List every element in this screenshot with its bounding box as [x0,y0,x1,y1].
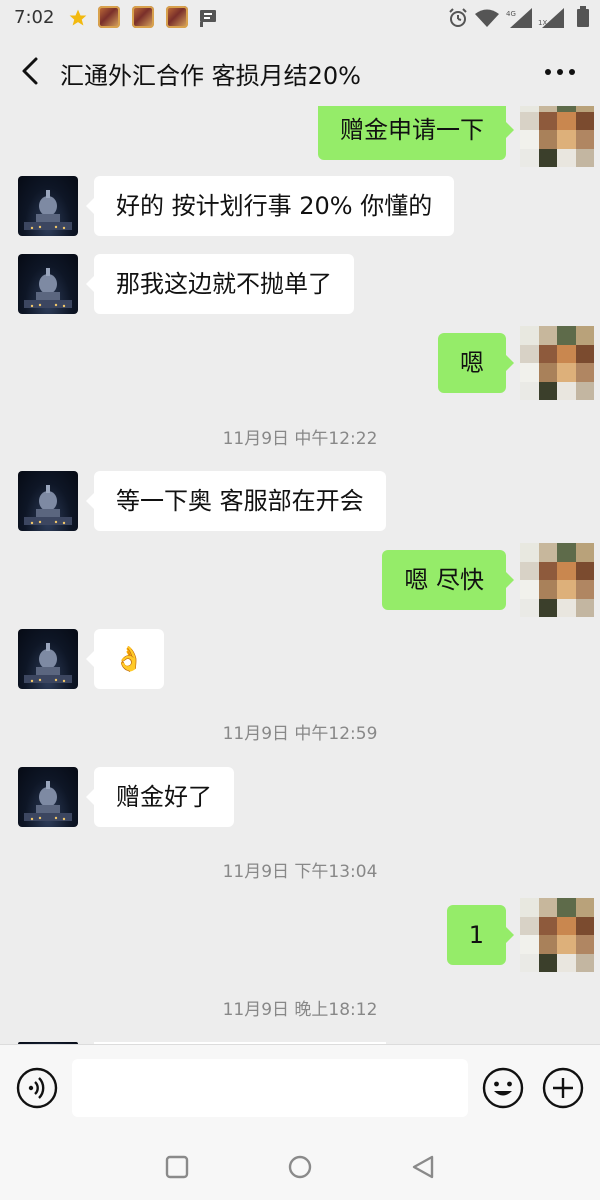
status-time: 7:02 [14,7,55,28]
chat-timestamp: 11月9日 中午12:22 [222,429,378,449]
status-bar: 7:02 4G 1X [0,0,600,36]
avatar[interactable] [18,176,78,236]
star-icon [69,9,87,26]
chat-title: 汇通外汇合作 客损月结20% [60,62,361,90]
flag-icon [200,10,216,27]
ok-hand-emoji: 👌 [114,645,144,673]
message-bubble-received[interactable]: 👌 [86,629,164,689]
chat-timestamp: 11月9日 中午12:59 [222,724,378,744]
avatar-pixelated-image [520,543,594,617]
voice-icon[interactable] [16,1067,58,1109]
capitol-building-icon [24,485,72,525]
message-bubble-received[interactable]: 那我这边就不抛单了 [86,254,354,314]
system-navigation-bar [0,1134,600,1200]
net-4g-label: 4G [506,10,516,18]
capitol-building-icon [24,781,72,821]
message-bubble-sent[interactable]: 1 [446,905,515,965]
signal-4g-icon: 4G [506,8,532,28]
avatar-pixelated-image [520,326,594,400]
back-triangle-icon[interactable] [408,1152,438,1182]
message-bubble-received[interactable]: 等一下奥 客服部在开会 [86,471,386,531]
signal-1x-icon: 1X [538,8,564,28]
avatar[interactable] [520,898,594,972]
avatar[interactable] [18,471,78,531]
chevron-left-icon[interactable] [16,56,46,86]
battery-icon [577,6,589,27]
avatar[interactable] [520,106,594,167]
wifi-icon [475,9,499,27]
chat-timestamp: 11月9日 晚上18:12 [222,1000,378,1020]
chat-message-list[interactable]: 赠金申请一下 好的 按计划行事 20% 你懂的 那我这边就不抛单了 嗯 11月9… [0,106,600,1044]
message-bubble-sent[interactable]: 嗯 尽快 [382,550,514,610]
message-bubble-received[interactable]: 赠金好了 [86,767,234,827]
avatar[interactable] [18,254,78,314]
avatar[interactable] [18,767,78,827]
capitol-building-icon [24,643,72,683]
avatar[interactable] [18,629,78,689]
message-input[interactable] [72,1059,468,1117]
message-bubble-sent[interactable]: 嗯 [438,333,514,393]
avatar-pixelated-image [520,106,594,167]
emoji-icon[interactable] [482,1067,524,1109]
game-hero-icon [98,6,120,28]
message-bubble-sent[interactable]: 赠金申请一下 [318,106,514,160]
chat-timestamp: 11月9日 下午13:04 [222,862,378,882]
more-horizontal-icon[interactable] [544,68,576,76]
game-hero-icon [166,6,188,28]
plus-circle-icon[interactable] [542,1067,584,1109]
avatar[interactable] [520,326,594,400]
chat-header: 汇通外汇合作 客损月结20% [0,36,600,106]
capitol-building-icon [24,268,72,308]
recents-square-icon[interactable] [162,1152,192,1182]
alarm-icon [449,8,467,27]
net-1x-label: 1X [538,19,547,27]
capitol-building-icon [24,190,72,230]
message-input-bar [0,1044,600,1135]
home-circle-icon[interactable] [285,1152,315,1182]
avatar[interactable] [520,543,594,617]
message-bubble-received[interactable]: 好的 按计划行事 20% 你懂的 [85,176,455,236]
game-hero-icon [132,6,154,28]
avatar-pixelated-image [520,898,594,972]
